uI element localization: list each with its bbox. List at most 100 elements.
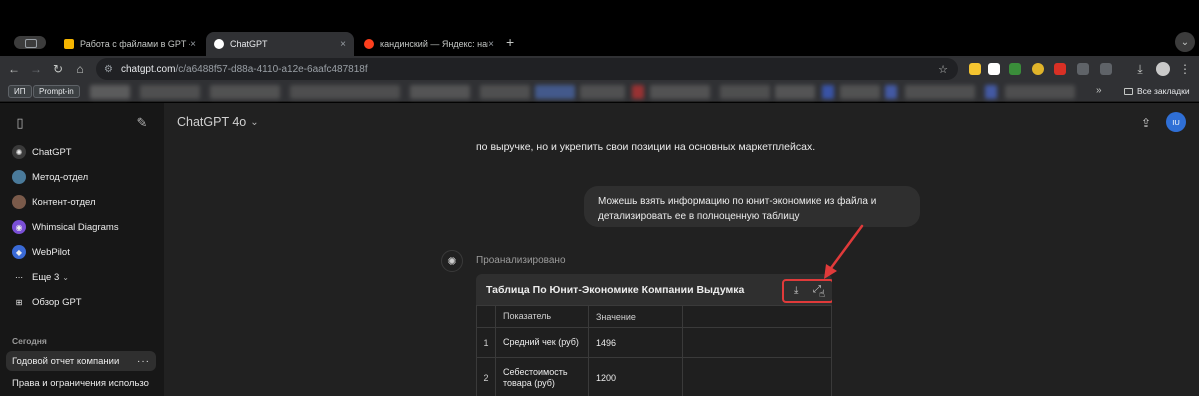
bookmarks-overflow-button[interactable]: » xyxy=(1096,85,1102,96)
blurred-bookmark[interactable] xyxy=(632,85,644,99)
extension-icon[interactable] xyxy=(1077,63,1089,75)
bookmark-chip[interactable]: ИП xyxy=(8,85,32,98)
new-chat-icon[interactable]: ✎ xyxy=(134,115,150,131)
user-avatar[interactable]: IU xyxy=(1166,112,1186,132)
yandex-favicon-icon xyxy=(364,39,374,49)
tab-chatgpt[interactable]: ChatGPT × xyxy=(206,32,354,56)
table-cell[interactable]: 1200 xyxy=(588,357,683,396)
extension-icon[interactable] xyxy=(1009,63,1021,75)
extensions-puzzle-icon[interactable] xyxy=(1100,63,1112,75)
blurred-bookmark[interactable] xyxy=(90,85,130,99)
chatgpt-icon: ✺ xyxy=(12,145,26,159)
chat-title: Годовой отчет компании xyxy=(12,355,120,367)
data-table-card: Таблица По Юнит-Экономике Компании Выдум… xyxy=(476,274,832,396)
table-header[interactable]: Показатель xyxy=(495,305,589,328)
sidebar-item-whimsical[interactable]: ◉ Whimsical Diagrams xyxy=(8,216,156,238)
data-table: Показатель Значение 1 Средний чек (руб) … xyxy=(476,305,832,396)
model-name: ChatGPT 4o xyxy=(177,115,247,129)
extension-icon[interactable] xyxy=(1054,63,1066,75)
table-cell[interactable]: 1496 xyxy=(588,327,683,358)
extension-icon[interactable] xyxy=(969,63,981,75)
blurred-bookmark[interactable] xyxy=(1005,85,1075,99)
model-selector[interactable]: ChatGPT 4o ⌄ xyxy=(177,115,259,129)
tab-gpt-files[interactable]: Работа с файлами в GPT - G × xyxy=(56,32,204,56)
download-icon[interactable]: ⤓ xyxy=(1131,60,1149,78)
download-icon[interactable]: ⤓ xyxy=(794,285,798,296)
blurred-bookmark[interactable] xyxy=(140,85,200,99)
blurred-bookmark[interactable] xyxy=(290,85,400,99)
blurred-bookmark[interactable] xyxy=(775,85,815,99)
blurred-bookmark[interactable] xyxy=(885,85,897,99)
tab-title: кандинский — Яндекс: наш xyxy=(380,39,489,49)
chat-sidebar: ▯ ✎ ✺ ChatGPT Метод-отдел Контент-отдел … xyxy=(0,103,164,396)
blurred-bookmark[interactable] xyxy=(985,85,997,99)
blurred-bookmark[interactable] xyxy=(210,85,280,99)
more-menu-icon[interactable]: ⋮ xyxy=(1176,60,1194,78)
sidebar-more-button[interactable]: ⋯ Еще 3 ⌄ xyxy=(8,266,156,288)
bookmark-star-icon[interactable]: ☆ xyxy=(938,63,948,76)
reload-icon[interactable]: ↻ xyxy=(49,60,67,78)
bookmark-chip[interactable]: Prompt-in xyxy=(33,85,80,98)
tab-close-icon[interactable]: × xyxy=(340,39,346,50)
user-message: Можешь взять информацию по юнит-экономик… xyxy=(584,186,920,227)
address-bar[interactable]: ⚙ chatgpt.com/c/a6488f57-d88a-4110-a12e-… xyxy=(96,58,958,80)
tab-close-icon[interactable]: × xyxy=(190,39,196,50)
home-icon[interactable]: ⌂ xyxy=(71,60,89,78)
blurred-bookmark[interactable] xyxy=(840,85,880,99)
all-bookmarks-folder[interactable]: Все закладки xyxy=(1124,86,1190,96)
blurred-bookmark[interactable] xyxy=(822,85,834,99)
table-cell[interactable]: Средний чек (руб) xyxy=(495,327,589,358)
row-index: 2 xyxy=(476,357,496,396)
table-title: Таблица По Юнит-Экономике Компании Выдум… xyxy=(486,284,745,296)
analyzed-label[interactable]: Проанализировано xyxy=(476,255,566,266)
site-info-icon[interactable]: ⚙ xyxy=(104,64,113,75)
sidebar-item-webpilot[interactable]: ◆ WebPilot xyxy=(8,241,156,263)
chevron-down-icon: ⌄ xyxy=(62,272,69,282)
table-row: 1 Средний чек (руб) 1496 xyxy=(476,327,832,358)
browser-tab-strip: Работа с файлами в GPT - G × ChatGPT × к… xyxy=(0,0,1199,56)
folder-icon xyxy=(1124,87,1133,95)
chat-options-icon[interactable]: ··· xyxy=(137,356,150,367)
sidebar-explore-gpts[interactable]: ⊞ Обзор GPT xyxy=(8,291,156,313)
ellipsis-icon: ⋯ xyxy=(15,272,23,282)
extension-icon[interactable] xyxy=(988,63,1000,75)
tab-yandex[interactable]: кандинский — Яндекс: наш × xyxy=(356,32,502,56)
blurred-bookmark[interactable] xyxy=(480,85,530,99)
sidebar-item-label: Еще 3 xyxy=(32,271,60,283)
sidebar-item-label: Обзор GPT xyxy=(32,296,82,308)
blurred-bookmark[interactable] xyxy=(580,85,625,99)
url-path: /c/a6488f57-d88a-4110-a12e-6aafc487818f xyxy=(175,63,368,75)
browser-toolbar: ← → ↻ ⌂ ⚙ chatgpt.com/c/a6488f57-d88a-41… xyxy=(0,56,1199,82)
blurred-bookmark[interactable] xyxy=(410,85,470,99)
sidebar-item-content[interactable]: Контент-отдел xyxy=(8,191,156,213)
tab-list-menu-button[interactable]: ⌄ xyxy=(1175,32,1195,52)
sidebar-item-chatgpt[interactable]: ✺ ChatGPT xyxy=(8,141,156,163)
blurred-bookmark[interactable] xyxy=(535,85,575,99)
blurred-bookmark[interactable] xyxy=(720,85,770,99)
sidebar-item-label: Метод-отдел xyxy=(32,171,89,183)
table-header[interactable]: Значение xyxy=(588,305,683,328)
table-row: 2 Себестоимость товара (руб) 1200 xyxy=(476,357,832,396)
share-icon[interactable]: ⇪ xyxy=(1138,115,1154,131)
forward-icon[interactable]: → xyxy=(27,60,45,78)
chat-main: ChatGPT 4o ⌄ ⇪ IU по выручке, но и укреп… xyxy=(164,103,1199,396)
new-tab-button[interactable]: + xyxy=(506,34,514,50)
table-cell-empty xyxy=(682,357,832,396)
chat-history-item[interactable]: Годовой отчет компании ··· xyxy=(6,351,156,371)
blurred-bookmark[interactable] xyxy=(650,85,710,99)
folder-label: Все закладки xyxy=(1137,86,1190,96)
blurred-bookmark[interactable] xyxy=(905,85,975,99)
tab-row: Работа с файлами в GPT - G × ChatGPT × к… xyxy=(0,30,1199,56)
toggle-sidebar-icon[interactable]: ▯ xyxy=(12,115,28,131)
tab-search-button[interactable] xyxy=(14,36,46,49)
gpt-avatar-icon xyxy=(12,195,26,209)
sidebar-item-metod[interactable]: Метод-отдел xyxy=(8,166,156,188)
tab-close-icon[interactable]: × xyxy=(488,39,494,50)
chat-history-item[interactable]: Права и ограничения использо xyxy=(6,373,156,393)
extension-icon[interactable] xyxy=(1032,63,1044,75)
back-icon[interactable]: ← xyxy=(5,60,23,78)
table-cell[interactable]: Себестоимость товара (руб) xyxy=(495,357,589,396)
bookmarks-bar: ИП Prompt-in » Все закладки xyxy=(0,82,1199,102)
chevron-down-icon: ⌄ xyxy=(250,116,259,128)
profile-avatar[interactable] xyxy=(1156,62,1170,76)
